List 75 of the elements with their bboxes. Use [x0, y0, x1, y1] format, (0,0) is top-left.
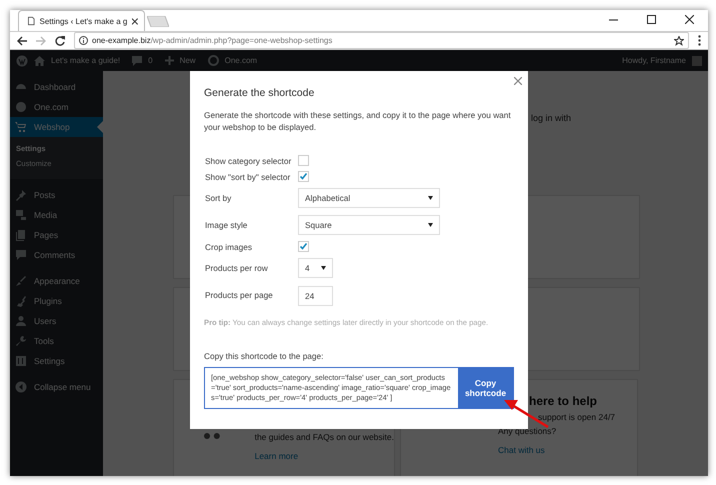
- forward-arrow-icon[interactable]: [36, 36, 46, 46]
- field-label: Products per page: [205, 290, 274, 300]
- number-field[interactable]: 24: [298, 286, 333, 306]
- user-icon: [15, 315, 27, 327]
- star-icon[interactable]: [674, 36, 684, 46]
- sidebar-item[interactable]: Posts: [10, 185, 103, 205]
- field-label: Show "sort by" selector: [205, 172, 292, 182]
- copy-label: Copy this shortcode to the page:: [204, 351, 324, 361]
- sidebar-item[interactable]: Appearance: [10, 271, 103, 291]
- caret-icon: [321, 266, 326, 270]
- sidebar-item[interactable]: Comments: [10, 245, 103, 265]
- close-icon[interactable]: [132, 18, 138, 24]
- site-name-link[interactable]: Let's make a guide!: [51, 56, 120, 65]
- sidebar-item[interactable]: Pages: [10, 225, 103, 245]
- sidebar-item[interactable]: Media: [10, 205, 103, 225]
- cart-icon: [15, 121, 27, 133]
- avatar: [692, 56, 702, 66]
- field-label: Products per row: [205, 263, 269, 273]
- sidebar-item[interactable]: Tools: [10, 331, 103, 351]
- pointer-icon: [97, 121, 103, 133]
- dialog-title: Generate the shortcode: [204, 87, 316, 99]
- page-icon: [28, 16, 35, 26]
- wrench-icon: [15, 335, 27, 347]
- dropdown[interactable]: 4: [298, 258, 333, 278]
- browser-tab[interactable]: Settings ‹ Let's make a g: [18, 10, 145, 31]
- maximize-icon[interactable]: [647, 15, 656, 24]
- caret-icon: [428, 223, 433, 227]
- learn-more-link[interactable]: Learn more: [254, 451, 394, 461]
- help-text: support is open 24/7: [538, 412, 616, 422]
- caret-icon: [428, 196, 433, 200]
- back-arrow-icon[interactable]: [17, 36, 27, 46]
- dropdown[interactable]: Square: [298, 215, 440, 235]
- field-label: Crop images: [205, 242, 254, 252]
- dialog-description: Generate the shortcode with these settings, and copy it to the page where you want your webshop to be displayed.: [204, 109, 512, 133]
- speech-bubble-icon: [15, 249, 27, 261]
- url-text: one-example.biz/wp-admin/admin.php?page=one-webshop-settings: [92, 36, 334, 45]
- sidebar-item[interactable]: Dashboard: [10, 77, 103, 97]
- reload-icon[interactable]: [55, 36, 65, 46]
- collapse-icon: [15, 381, 27, 393]
- pin-icon: [15, 189, 27, 201]
- field-label: Image style: [205, 220, 248, 230]
- checkbox[interactable]: [298, 155, 309, 166]
- greeting-link[interactable]: Howdy, Firstname: [269, 56, 686, 65]
- brand-link[interactable]: One.com: [224, 56, 258, 65]
- field-label: Show category selector: [205, 156, 292, 166]
- sidebar-item[interactable]: Plugins: [10, 291, 103, 311]
- dropdown[interactable]: Alphabetical: [298, 188, 440, 208]
- checkbox[interactable]: [298, 171, 309, 182]
- circle-icon: [15, 101, 27, 113]
- info-icon: [79, 36, 88, 45]
- chat-link[interactable]: Chat with us: [498, 445, 616, 455]
- brush-icon: [15, 275, 27, 287]
- help-heading: here to help: [529, 394, 598, 408]
- address-bar[interactable]: one-example.biz/wp-admin/admin.php?page=one-webshop-settings: [74, 32, 689, 49]
- sliders-icon: [15, 355, 27, 367]
- close-icon[interactable]: [685, 15, 694, 24]
- sidebar-item[interactable]: Users: [10, 311, 103, 331]
- pages-icon: [15, 229, 27, 241]
- comment-count: 0: [148, 56, 153, 65]
- plug-icon: [15, 295, 27, 307]
- menu-icon[interactable]: [698, 35, 701, 46]
- help-question: Any questions?: [498, 426, 558, 436]
- sidebar-item[interactable]: Webshop: [10, 117, 103, 137]
- guides-text: the guides and FAQs on our website.: [254, 432, 394, 442]
- dots-icon: [204, 432, 221, 440]
- intro-text: log in with: [531, 113, 572, 125]
- media-icon: [15, 209, 27, 221]
- tab-title: Settings ‹ Let's make a g: [40, 16, 128, 26]
- new-tab-button[interactable]: [147, 16, 169, 27]
- new-link[interactable]: New: [180, 56, 196, 65]
- collapse-menu-button[interactable]: Collapse menu: [10, 377, 103, 397]
- sidebar-item[interactable]: One.com: [10, 97, 103, 117]
- field-label: Sort by: [205, 193, 232, 203]
- sidebar-item[interactable]: Settings: [10, 351, 103, 371]
- checkbox[interactable]: [298, 241, 309, 252]
